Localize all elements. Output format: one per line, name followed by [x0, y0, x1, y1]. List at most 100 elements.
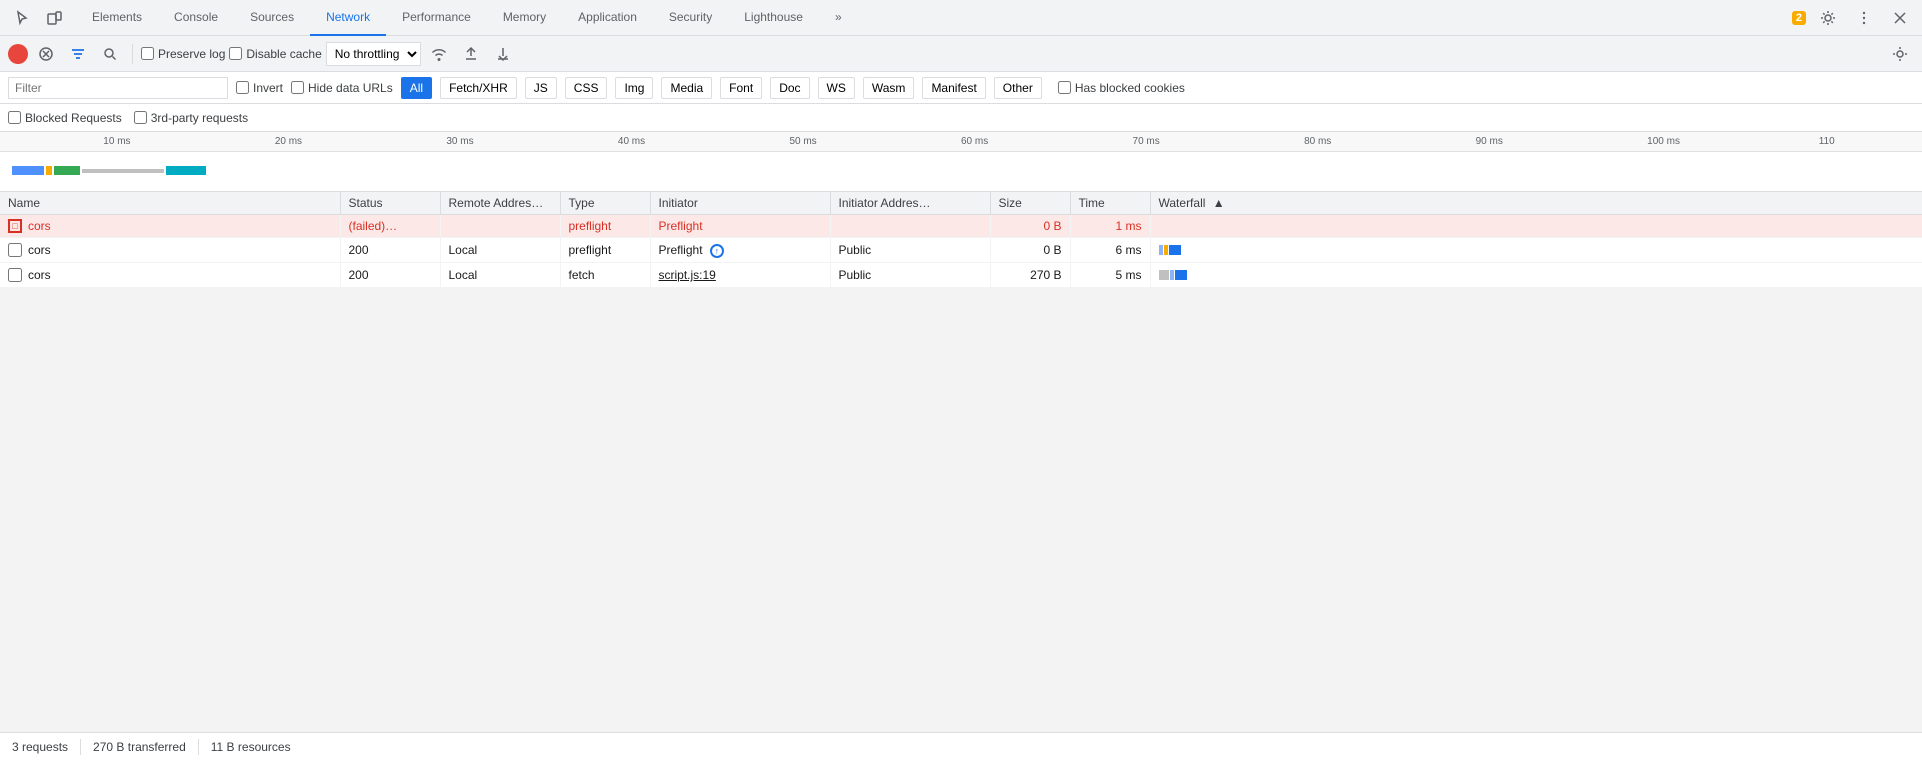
settings-icon[interactable] [1814, 4, 1842, 32]
devtools-icons [8, 4, 68, 32]
timeline-bar-orange [46, 166, 52, 175]
hide-data-urls-input[interactable] [291, 81, 304, 94]
disable-cache-checkbox[interactable]: Disable cache [229, 47, 321, 61]
throttle-select[interactable]: No throttling Fast 3G Slow 3G Offline [326, 42, 421, 66]
timeline-bar-teal [166, 166, 206, 175]
filter-icon[interactable] [64, 40, 92, 68]
filter-other-button[interactable]: Other [994, 77, 1042, 99]
filter-wasm-button[interactable]: Wasm [863, 77, 915, 99]
filter-manifest-button[interactable]: Manifest [922, 77, 985, 99]
timeline-mark-60: 60 ms [961, 136, 988, 147]
col-header-waterfall[interactable]: Waterfall ▲ [1150, 192, 1922, 215]
filter-input[interactable] [8, 77, 228, 99]
row2-checkbox[interactable] [8, 243, 22, 257]
record-button[interactable] [8, 44, 28, 64]
tab-security[interactable]: Security [653, 0, 728, 36]
settings-network-icon[interactable] [1886, 40, 1914, 68]
row3-time: 5 ms [1070, 263, 1150, 288]
col-header-remote[interactable]: Remote Addres… [440, 192, 560, 215]
filter-ws-button[interactable]: WS [818, 77, 855, 99]
filter-css-button[interactable]: CSS [565, 77, 608, 99]
filter-js-button[interactable]: JS [525, 77, 557, 99]
row1-time: 1 ms [1070, 215, 1150, 238]
disable-cache-input[interactable] [229, 47, 242, 60]
network-table: Name Status Remote Addres… Type Initiato… [0, 192, 1922, 288]
table-row[interactable]: cors 200 Local preflight Preflight ↑ Pu [0, 238, 1922, 263]
sort-arrow-icon: ▲ [1213, 196, 1225, 210]
col-header-status[interactable]: Status [340, 192, 440, 215]
tab-performance[interactable]: Performance [386, 0, 487, 36]
row1-name-cell: □ cors [0, 215, 340, 238]
row1-remote [440, 215, 560, 238]
row1-size: 0 B [990, 215, 1070, 238]
status-transferred: 270 B transferred [93, 740, 186, 754]
row1-status: (failed)… [340, 215, 440, 238]
preserve-log-input[interactable] [141, 47, 154, 60]
timeline-mark-30: 30 ms [446, 136, 473, 147]
tab-more[interactable]: » [819, 0, 858, 36]
third-party-checkbox[interactable]: 3rd-party requests [134, 111, 248, 125]
search-icon[interactable] [96, 40, 124, 68]
upload-icon[interactable] [457, 40, 485, 68]
row2-waterfall [1150, 238, 1922, 263]
more-options-icon[interactable] [1850, 4, 1878, 32]
row2-name-cell: cors [0, 238, 340, 263]
filter-font-button[interactable]: Font [720, 77, 762, 99]
timeline-mark-80: 80 ms [1304, 136, 1331, 147]
has-blocked-cookies-checkbox[interactable]: Has blocked cookies [1058, 81, 1185, 95]
invert-checkbox[interactable]: Invert [236, 81, 283, 95]
blocked-requests-checkbox[interactable]: Blocked Requests [8, 111, 122, 125]
col-header-initiator[interactable]: Initiator [650, 192, 830, 215]
timeline-bar-blue [12, 166, 44, 175]
row3-checkbox[interactable] [8, 268, 22, 282]
wifi-icon[interactable] [425, 40, 453, 68]
blocked-requests-input[interactable] [8, 111, 21, 124]
status-resources: 11 B resources [211, 740, 291, 754]
col-header-initiator-addr[interactable]: Initiator Addres… [830, 192, 990, 215]
col-header-time[interactable]: Time [1070, 192, 1150, 215]
wf-seg-dns [1159, 245, 1163, 255]
col-header-type[interactable]: Type [560, 192, 650, 215]
network-table-container[interactable]: Name Status Remote Addres… Type Initiato… [0, 192, 1922, 732]
col-header-name[interactable]: Name [0, 192, 340, 215]
wf-seg-recv [1169, 245, 1181, 255]
tab-console[interactable]: Console [158, 0, 234, 36]
row2-time: 6 ms [1070, 238, 1150, 263]
col-header-size[interactable]: Size [990, 192, 1070, 215]
tab-memory[interactable]: Memory [487, 0, 562, 36]
tab-elements[interactable]: Elements [76, 0, 158, 36]
tab-network[interactable]: Network [310, 0, 386, 36]
filter-media-button[interactable]: Media [661, 77, 712, 99]
has-blocked-cookies-input[interactable] [1058, 81, 1071, 94]
tab-lighthouse[interactable]: Lighthouse [728, 0, 819, 36]
filter-all-button[interactable]: All [401, 77, 432, 99]
filter-doc-button[interactable]: Doc [770, 77, 809, 99]
cursor-icon[interactable] [8, 4, 36, 32]
clear-icon[interactable] [32, 40, 60, 68]
wf-seg-connect [1164, 245, 1168, 255]
preserve-log-checkbox[interactable]: Preserve log [141, 47, 225, 61]
table-row[interactable]: □ cors (failed)… preflight Preflight [0, 215, 1922, 238]
filter-fetch-xhr-button[interactable]: Fetch/XHR [440, 77, 517, 99]
row3-initiator[interactable]: script.js:19 [650, 263, 830, 288]
download-icon[interactable] [489, 40, 517, 68]
wf-seg-wait [1159, 270, 1169, 280]
device-toggle-icon[interactable] [40, 4, 68, 32]
row3-size: 270 B [990, 263, 1070, 288]
wf-seg-dns2 [1170, 270, 1174, 280]
filter-img-button[interactable]: Img [615, 77, 653, 99]
row3-inaddr: Public [830, 263, 990, 288]
invert-input[interactable] [236, 81, 249, 94]
network-toolbar: Preserve log Disable cache No throttling… [0, 36, 1922, 72]
hide-data-urls-checkbox[interactable]: Hide data URLs [291, 81, 393, 95]
table-row[interactable]: cors 200 Local fetch script.js:19 Public [0, 263, 1922, 288]
close-icon[interactable] [1886, 4, 1914, 32]
timeline-mark-70: 70 ms [1133, 136, 1160, 147]
row2-remote: Local [440, 238, 560, 263]
issues-badge[interactable]: 2 [1792, 11, 1806, 25]
row2-initiator: Preflight ↑ [650, 238, 830, 263]
tab-sources[interactable]: Sources [234, 0, 310, 36]
wf-seg-recv2 [1175, 270, 1187, 280]
tab-application[interactable]: Application [562, 0, 653, 36]
third-party-input[interactable] [134, 111, 147, 124]
